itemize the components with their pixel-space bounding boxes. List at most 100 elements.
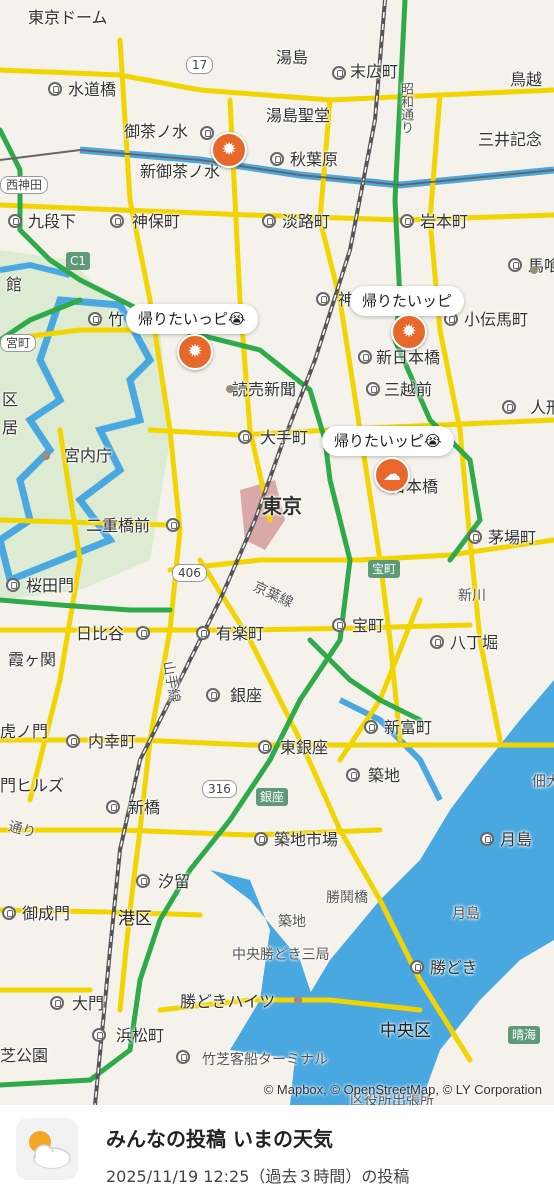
station-icon [480, 832, 494, 846]
station-icon [166, 518, 180, 532]
station-label: 霞ヶ関 [8, 650, 57, 669]
sheet-subtitle: 2025/11/19 12:25（過去３時間）の投稿 [106, 1167, 410, 1186]
place-label: 竹芝客船ターミナル [202, 1052, 328, 1068]
station-icon [468, 530, 482, 544]
station-icon [270, 152, 284, 166]
station-icon [254, 832, 268, 846]
place-label: 鳥越 [510, 70, 543, 89]
route-number: 406 [172, 564, 207, 582]
poi-dot [530, 266, 538, 274]
area-label: 宮町 [0, 334, 37, 352]
area-label: 西神田 [0, 176, 49, 194]
station-label: 九段下 [28, 212, 77, 231]
station-label: 月島 [500, 830, 533, 849]
area-label: 宝町 [368, 560, 401, 578]
station-icon [196, 626, 210, 640]
place-label: 芝公園 [0, 1046, 49, 1065]
station-label: 大手町 [260, 428, 309, 447]
station-icon [106, 800, 120, 814]
station-label: 御茶ノ水 [124, 122, 189, 141]
post-bubble[interactable]: 帰りたいっピ😭 [126, 304, 258, 334]
place-label: 勝どきハイツ [180, 992, 276, 1011]
station-label: 淡路町 [282, 212, 331, 231]
area-label: 銀座 [256, 788, 289, 806]
station-icon [502, 400, 516, 414]
station-label: 勝どき [430, 958, 478, 977]
station-icon [508, 258, 522, 272]
place-label: 中央勝どき三局 [232, 947, 330, 963]
station-icon [206, 688, 220, 702]
post-bubble[interactable]: 帰りたいッピ😭 [322, 426, 454, 456]
sheet-title: みんなの投稿 いまの天気 [106, 1127, 333, 1151]
station-icon [400, 214, 414, 228]
station-icon [2, 906, 16, 920]
station-label: 二重橋前 [86, 516, 151, 535]
ward-label: 中央区 [380, 1021, 431, 1041]
station-label: 竹 [108, 310, 125, 329]
station-icon [346, 768, 360, 782]
station-label: 御成門 [22, 904, 71, 923]
weather-post-marker[interactable]: ✹ [391, 314, 427, 350]
sun-cloud-icon [16, 1118, 78, 1180]
station-label: 新御茶ノ水 [140, 162, 221, 181]
place-label: 築地 [278, 914, 306, 930]
map-view[interactable]: 東京ドーム 湯島 水道橋 末広町 鳥越 昭和通り 湯島聖堂 三井記念 御茶ノ水 … [0, 0, 554, 1105]
route-number: 17 [186, 56, 214, 74]
place-label: 佃大橋 [532, 774, 554, 790]
sun-icon: ✹ [401, 321, 417, 342]
station-label: 茅場町 [488, 528, 537, 547]
station-icon [176, 1050, 190, 1064]
station-icon [136, 874, 150, 888]
sun-icon: ✹ [221, 139, 237, 160]
station-icon [66, 734, 80, 748]
station-icon [358, 350, 372, 364]
station-label: 築地市場 [274, 830, 339, 849]
station-label: 浜松町 [116, 1026, 165, 1045]
station-icon [8, 214, 22, 228]
weather-post-marker[interactable]: ✹ [177, 334, 213, 370]
station-label: 大門 [72, 994, 105, 1013]
place-label: 東京ドーム [28, 8, 108, 27]
station-label: 銀座 [230, 686, 263, 705]
station-icon [48, 82, 62, 96]
map-attribution[interactable]: © Mapbox, © OpenStreetMap, © LY Corporat… [264, 1082, 542, 1097]
place-label: 居 [2, 418, 19, 437]
station-label: 三越前 [384, 380, 433, 399]
station-icon [262, 214, 276, 228]
station-label: 末広町 [350, 62, 399, 81]
station-label: 桜田門 [26, 576, 75, 595]
station-icon [316, 292, 330, 306]
weather-post-marker[interactable]: ☁ [374, 457, 410, 493]
sun-icon: ✹ [187, 341, 203, 362]
station-label: 人形 [530, 398, 554, 417]
station-icon [110, 214, 124, 228]
route-number: 316 [202, 780, 237, 798]
station-icon [364, 720, 378, 734]
station-label: 小伝馬町 [464, 310, 529, 329]
station-label: 神保町 [132, 212, 181, 231]
station-label: 新日本橋 [376, 348, 441, 367]
poi-dot [42, 452, 50, 460]
place-label: 新川 [458, 588, 486, 604]
station-label: 日比谷 [76, 624, 125, 643]
station-label: 新橋 [128, 798, 161, 817]
station-label: 内幸町 [88, 732, 137, 751]
station-icon [238, 430, 252, 444]
station-label: 新富町 [384, 718, 433, 737]
place-label: 三井記念 [478, 130, 543, 149]
poi-dot [294, 996, 302, 1004]
station-label-major: 東京 [262, 494, 302, 518]
station-icon [92, 1028, 106, 1042]
station-icon [332, 618, 346, 632]
place-label: 区 [2, 390, 19, 409]
station-icon [6, 578, 20, 592]
weather-post-marker[interactable]: ✹ [211, 132, 247, 168]
place-label: 宮内庁 [64, 446, 113, 465]
post-bubble[interactable]: 帰りたいッピ [350, 286, 465, 316]
station-icon [50, 996, 64, 1010]
place-label: 月島 [452, 906, 480, 922]
station-icon [200, 126, 214, 140]
station-label: 汐留 [158, 872, 191, 891]
bottom-sheet[interactable]: みんなの投稿 いまの天気 2025/11/19 12:25（過去３時間）の投稿 [0, 1105, 554, 1200]
station-label: 秋葉原 [290, 150, 339, 169]
